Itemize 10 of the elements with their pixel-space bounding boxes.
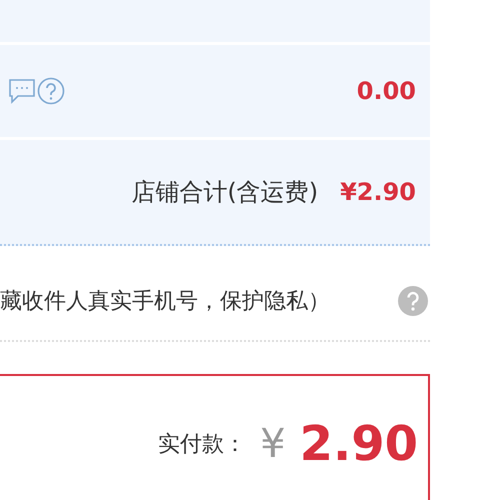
shop-total-label: 店铺合计(含运费) bbox=[131, 177, 318, 208]
help-icon[interactable] bbox=[398, 286, 428, 316]
payment-label: 实付款： bbox=[158, 431, 246, 459]
currency-symbol: ¥ bbox=[260, 421, 286, 467]
chat-icon[interactable] bbox=[8, 78, 36, 104]
payment-amount: 2.90 bbox=[300, 416, 418, 472]
shop-total-amount: ¥2.90 bbox=[340, 178, 416, 206]
privacy-note: 藏收件人真实手机号，保护隐私） bbox=[0, 288, 330, 316]
fee-amount: 0.00 bbox=[356, 77, 416, 105]
help-icon[interactable] bbox=[37, 77, 65, 105]
